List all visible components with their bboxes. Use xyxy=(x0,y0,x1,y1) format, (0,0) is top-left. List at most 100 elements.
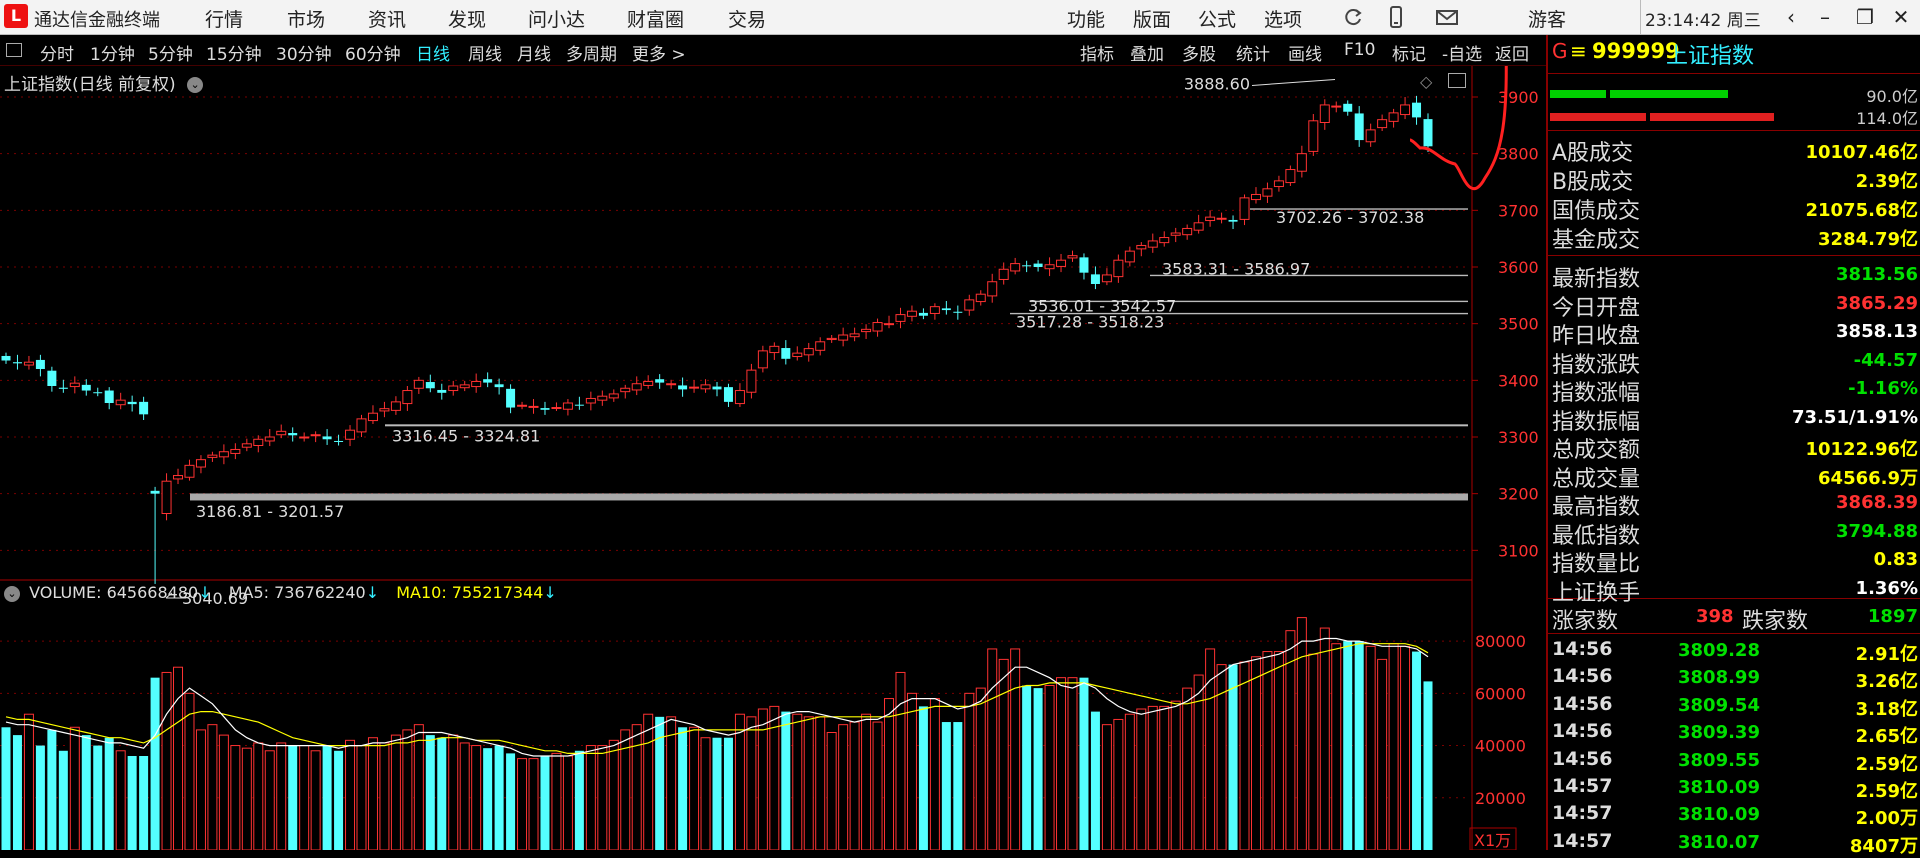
tick-price: 3809.55 xyxy=(1678,749,1760,771)
menu-gongshi[interactable]: 公式 xyxy=(1198,5,1236,32)
candle-body xyxy=(506,388,516,408)
menu-hangqing[interactable]: 行情 xyxy=(205,5,243,32)
tool-duogu[interactable]: 多股 xyxy=(1182,40,1216,65)
period-weekly[interactable]: 周线 xyxy=(468,40,502,65)
candle-body xyxy=(1010,263,1021,272)
kline-chart[interactable]: 310032003300340035003600370038003900 388… xyxy=(0,66,1546,850)
close-icon[interactable]: ✕ xyxy=(1884,3,1918,31)
volume-bar xyxy=(47,729,57,850)
period-monthly[interactable]: 月线 xyxy=(517,40,551,65)
candle-body xyxy=(757,350,768,369)
user-label[interactable]: 游客 xyxy=(1528,5,1566,32)
menu-banmian[interactable]: 版面 xyxy=(1133,5,1171,32)
period-multi[interactable]: 多周期 xyxy=(566,40,617,65)
menu-shichang[interactable]: 市场 xyxy=(287,5,325,32)
window-icon[interactable] xyxy=(1448,73,1466,88)
candle-body xyxy=(1124,250,1135,263)
support-band xyxy=(190,493,1468,501)
refresh-icon[interactable] xyxy=(1340,4,1366,30)
stat-row: 指数涨跌 -44.57 xyxy=(1548,347,1920,378)
volume-bar xyxy=(299,745,310,850)
stat-row: 指数量比 0.83 xyxy=(1548,546,1920,577)
chevron-down-icon[interactable]: ⌄ xyxy=(187,77,204,93)
menu-wenxiaoda[interactable]: 问小达 xyxy=(528,5,585,32)
period-fenshi[interactable]: 分时 xyxy=(40,40,74,65)
down-arrow-icon: ↓ xyxy=(365,583,380,602)
turnover-row-label: B股成交 xyxy=(1552,170,1634,195)
period-more[interactable]: 更多 > xyxy=(632,40,686,65)
candle-body xyxy=(310,434,321,437)
period-15min[interactable]: 15分钟 xyxy=(206,40,262,65)
volume-bar xyxy=(1090,711,1100,850)
volume-bar xyxy=(1228,664,1238,850)
volume-bar xyxy=(1124,713,1135,850)
mail-icon[interactable] xyxy=(1434,4,1460,30)
tool-zixuan[interactable]: -自选 xyxy=(1442,40,1482,65)
menu-caifuquan[interactable]: 财富圈 xyxy=(627,5,684,32)
menu-jiaoyi[interactable]: 交易 xyxy=(728,5,766,32)
volume-bar xyxy=(712,737,722,850)
stat-row: 最低指数 3794.88 xyxy=(1548,518,1920,549)
tool-diejia[interactable]: 叠加 xyxy=(1130,40,1164,65)
stat-row-value: 3868.39 xyxy=(1836,492,1918,513)
price-tick-label: 3800 xyxy=(1498,145,1539,164)
tool-tongji[interactable]: 统计 xyxy=(1236,40,1270,65)
tick-time: 14:57 xyxy=(1552,802,1613,825)
candle-body xyxy=(1377,119,1388,129)
minimize-icon[interactable]: – xyxy=(1808,3,1842,31)
turnover-row-label: 基金成交 xyxy=(1552,228,1641,253)
stat-row: 总成交量 64566.9万 xyxy=(1548,461,1920,492)
stat-row-value: 1.36% xyxy=(1855,577,1918,599)
period-daily[interactable]: 日线 xyxy=(416,40,450,65)
period-5min[interactable]: 5分钟 xyxy=(148,40,193,65)
candle-body xyxy=(81,384,91,391)
volume-bar xyxy=(195,729,206,850)
candle-body xyxy=(379,408,390,412)
tool-biaoji[interactable]: 标记 xyxy=(1392,40,1426,65)
candle-body xyxy=(1423,119,1433,147)
volume-bar xyxy=(402,729,413,850)
candle-body xyxy=(666,383,677,386)
candle-body xyxy=(987,281,998,297)
volume-bar xyxy=(264,750,275,850)
candle-body xyxy=(127,401,137,405)
candle-body xyxy=(483,379,493,383)
candle-body xyxy=(895,314,906,322)
candle-body xyxy=(288,433,298,436)
candle-body xyxy=(964,299,975,311)
period-30min[interactable]: 30分钟 xyxy=(276,40,332,65)
tool-fanhui[interactable]: 返回 xyxy=(1495,40,1529,65)
range-label: 3316.45 - 3324.81 xyxy=(392,426,540,445)
menu-xuanxiang[interactable]: 选项 xyxy=(1264,5,1302,32)
stat-row-label: 最新指数 xyxy=(1552,267,1641,292)
stat-row-label: 指数涨跌 xyxy=(1552,352,1641,378)
quote-name: 上证指数 xyxy=(1666,44,1755,69)
volume-bar xyxy=(826,732,837,850)
tool-huaxian[interactable]: 画线 xyxy=(1288,40,1322,65)
candle-body xyxy=(1262,188,1273,197)
chevron-down-icon[interactable]: ⌄ xyxy=(4,585,20,602)
candle-body xyxy=(1343,103,1353,112)
menu-faxian[interactable]: 发现 xyxy=(448,5,486,32)
volume-bar xyxy=(953,722,963,850)
tool-f10[interactable]: F10 xyxy=(1344,40,1375,60)
period-60min[interactable]: 60分钟 xyxy=(345,40,401,65)
up-count-label: 涨家数 xyxy=(1552,609,1619,634)
phone-icon[interactable] xyxy=(1383,4,1409,30)
restore-icon[interactable]: ❐ xyxy=(1848,3,1882,31)
menu-gongneng[interactable]: 功能 xyxy=(1067,5,1105,32)
diamond-icon[interactable]: ◇ xyxy=(1420,72,1432,91)
tool-zhibiao[interactable]: 指标 xyxy=(1080,40,1114,65)
candle-body xyxy=(872,322,883,332)
menu-lines-icon[interactable]: ≡ xyxy=(1570,39,1587,63)
candle-body xyxy=(195,459,206,468)
menu-zixun[interactable]: 资讯 xyxy=(368,5,406,32)
tick-amount: 3.18亿 xyxy=(1855,698,1918,720)
breadth-row: 涨家数 398 跌家数 1897 xyxy=(1548,603,1920,634)
sell-bar-value: 114.0亿 xyxy=(1856,109,1918,128)
candle-body xyxy=(723,387,733,402)
panel-toggle-icon[interactable] xyxy=(6,43,22,57)
candle-body xyxy=(184,464,195,478)
back-icon[interactable]: ‹ xyxy=(1774,3,1808,31)
period-1min[interactable]: 1分钟 xyxy=(90,40,135,65)
